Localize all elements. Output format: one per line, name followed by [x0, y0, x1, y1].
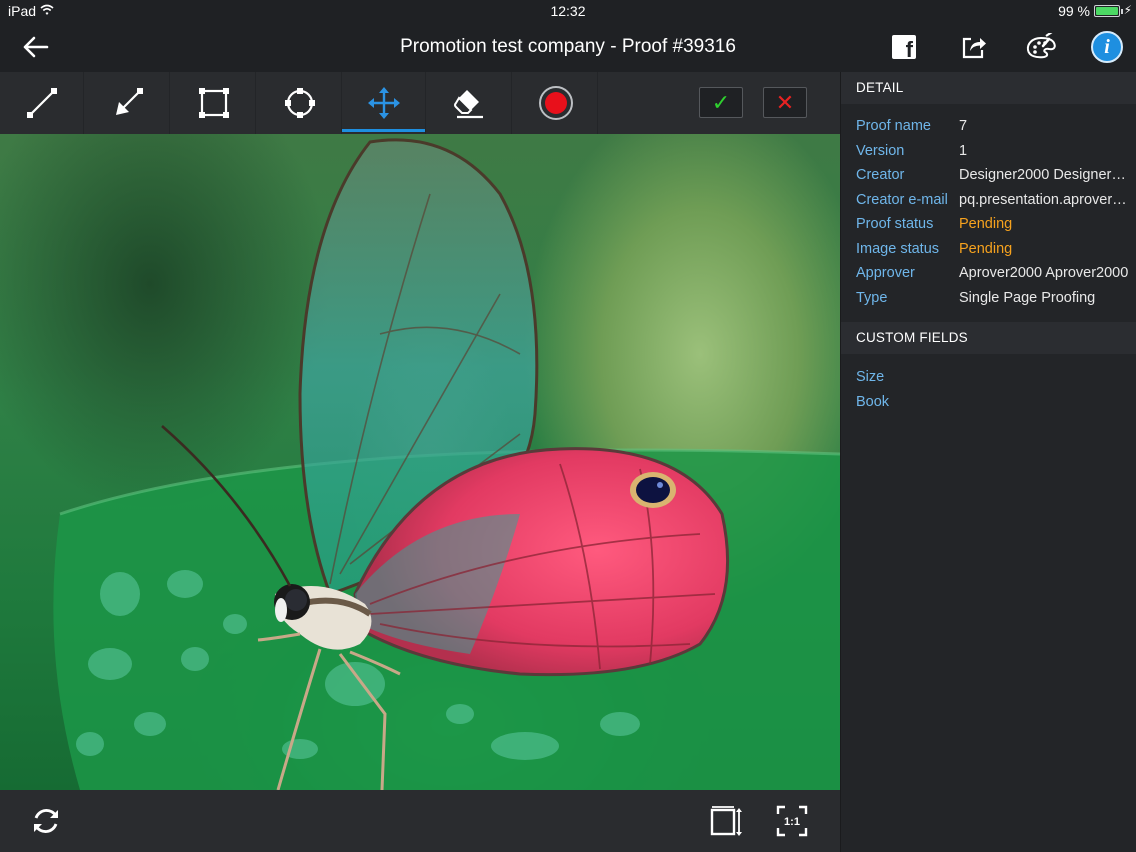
facebook-icon: f	[892, 35, 916, 61]
detail-row-image-status: Image status Pending	[856, 241, 1131, 261]
custom-key: Book	[856, 394, 890, 410]
clock: 12:32	[550, 3, 586, 19]
detail-row-proof-status: Proof status Pending	[856, 216, 1131, 236]
detail-key: Version	[856, 143, 905, 159]
reject-button[interactable]: ✕	[763, 87, 807, 118]
detail-key: Proof name	[856, 118, 931, 134]
status-badge: Pending	[959, 241, 1013, 257]
zoom-label: 1:1	[784, 816, 800, 828]
detail-value: 1	[959, 143, 968, 159]
butterfly-proof-image	[53, 138, 840, 790]
fit-screen-icon	[710, 806, 742, 836]
detail-key: Creator e-mail	[856, 192, 948, 208]
rectangle-tool[interactable]	[172, 72, 256, 134]
nav-bar: Promotion test company - Proof #39316 f …	[0, 22, 1136, 72]
status-bar: iPad 12:32 99 % ⚡	[0, 0, 1136, 22]
record-dot-icon	[538, 86, 573, 120]
detail-key: Creator	[856, 167, 905, 183]
detail-value: Aprover2000 Aprover2000	[959, 265, 1129, 281]
detail-key: Image status	[856, 241, 940, 257]
arrow-tool[interactable]	[86, 72, 170, 134]
status-badge: Pending	[959, 216, 1013, 232]
custom-key: Size	[856, 369, 885, 385]
annotation-toolbar: ✓ ✕	[0, 72, 840, 134]
detail-row-creator: Creator Designer2000 Designer2000	[856, 167, 1131, 187]
detail-value: Designer2000 Designer2000	[959, 167, 1129, 183]
detail-row-version: Version 1	[856, 143, 1131, 163]
refresh-button[interactable]	[29, 804, 63, 838]
palette-icon	[1026, 33, 1056, 59]
refresh-icon	[34, 809, 58, 833]
custom-row-book: Book	[856, 394, 1131, 414]
info-button[interactable]: i	[1090, 30, 1124, 64]
actual-size-icon: 1:1	[776, 805, 808, 837]
actual-size-button[interactable]: 1:1	[775, 804, 809, 838]
move-tool[interactable]	[342, 72, 426, 134]
detail-row-approver: Approver Aprover2000 Aprover2000	[856, 265, 1131, 285]
approve-button[interactable]: ✓	[699, 87, 743, 118]
palette-button[interactable]	[1024, 30, 1058, 64]
detail-row-creator-email: Creator e-mail pq.presentation.aprover20…	[856, 192, 1131, 212]
line-icon	[26, 88, 57, 118]
detail-key: Proof status	[856, 216, 934, 232]
eraser-tool[interactable]	[428, 72, 512, 134]
close-icon: ✕	[775, 89, 795, 115]
detail-value: 7	[959, 118, 968, 134]
fit-to-screen-button[interactable]	[708, 804, 742, 838]
detail-panel: DETAIL Proof name 7 Version 1 Creator De…	[840, 72, 1136, 852]
proof-image-canvas[interactable]	[0, 134, 840, 790]
bottom-toolbar: 1:1	[0, 790, 840, 852]
battery-icon	[1094, 5, 1123, 17]
detail-value: Single Page Proofing	[959, 290, 1096, 306]
info-icon: i	[1091, 31, 1123, 63]
share-icon	[962, 37, 986, 59]
detail-key: Approver	[856, 265, 915, 281]
custom-row-size: Size	[856, 369, 1131, 389]
detail-key: Type	[856, 290, 888, 306]
custom-fields-heading: CUSTOM FIELDS	[841, 322, 1136, 354]
circle-tool[interactable]	[258, 72, 342, 134]
arrow-icon	[115, 88, 143, 115]
facebook-share-button[interactable]: f	[887, 30, 921, 64]
circle-icon	[284, 88, 315, 118]
detail-heading: DETAIL	[841, 72, 1136, 104]
detail-value: pq.presentation.aprover2000	[959, 192, 1129, 208]
charging-icon: ⚡	[1123, 3, 1132, 17]
move-icon	[367, 87, 400, 119]
share-button[interactable]	[957, 30, 991, 64]
checkmark-icon: ✓	[711, 89, 731, 115]
battery-percent: 99 %	[1058, 3, 1090, 19]
color-tool[interactable]	[514, 72, 598, 134]
line-tool[interactable]	[0, 72, 84, 134]
detail-row-type: Type Single Page Proofing	[856, 290, 1131, 310]
rectangle-icon	[198, 88, 229, 118]
eraser-icon	[453, 90, 483, 119]
detail-row-proof-name: Proof name 7	[856, 118, 1131, 138]
